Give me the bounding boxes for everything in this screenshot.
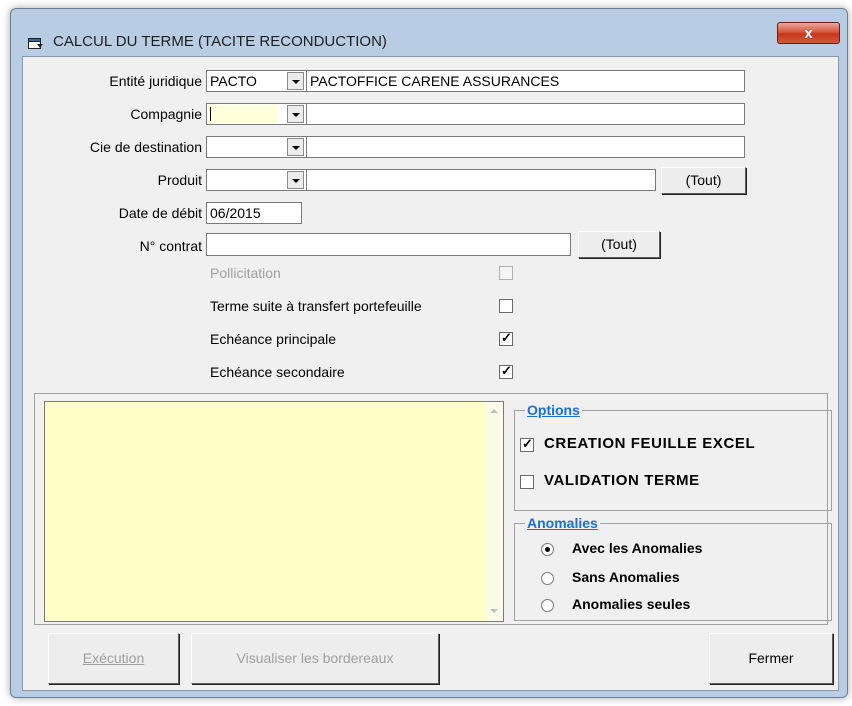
window-app-icon — [28, 36, 44, 50]
echeance-secondaire-checkbox[interactable]: ✓ — [499, 363, 513, 379]
pollicitation-label: Pollicitation — [210, 265, 281, 281]
sans-anomalies-radio[interactable] — [541, 572, 554, 585]
transfert-checkbox[interactable] — [499, 299, 513, 313]
produit-dropdown-button[interactable] — [287, 171, 304, 189]
produit-tout-button[interactable]: (Tout) — [661, 167, 746, 194]
contrat-tout-button[interactable]: (Tout) — [578, 231, 660, 258]
text-cursor — [210, 107, 211, 121]
cie-destination-label: Cie de destination — [89, 139, 202, 155]
window-title: CALCUL DU TERME (TACITE RECONDUCTION) — [53, 33, 387, 50]
visualiser-label: Visualiser les bordereaux — [236, 650, 394, 666]
compagnie-combo[interactable] — [206, 103, 307, 125]
date-debit-label: Date de débit — [118, 205, 202, 221]
scroll-down-icon[interactable] — [490, 609, 498, 613]
date-debit-input[interactable]: 06/2015 — [206, 202, 302, 224]
entite-label: Entité juridique — [109, 73, 202, 89]
log-textarea[interactable] — [44, 401, 504, 622]
log-scrollbar[interactable] — [486, 402, 503, 621]
compagnie-name-field — [306, 103, 745, 125]
compagnie-dropdown-button[interactable] — [287, 105, 304, 123]
compagnie-label: Compagnie — [130, 106, 202, 122]
options-title: Options — [525, 402, 582, 418]
entite-dropdown-button[interactable] — [287, 72, 304, 90]
sans-anomalies-label: Sans Anomalies — [572, 569, 680, 585]
contrat-input[interactable] — [206, 233, 571, 256]
check-mark-icon: ✓ — [522, 436, 533, 451]
fermer-label: Fermer — [748, 650, 794, 666]
options-group — [514, 410, 832, 511]
visualiser-bordereaux-button[interactable]: Visualiser les bordereaux — [191, 633, 439, 684]
echeance-principale-checkbox[interactable]: ✓ — [499, 330, 513, 346]
close-button[interactable]: x — [777, 22, 840, 44]
produit-label: Produit — [157, 172, 202, 188]
execution-button[interactable]: Exécution — [48, 633, 179, 684]
entite-combo[interactable]: PACTO — [206, 70, 307, 92]
cie-destination-dropdown-button[interactable] — [287, 138, 304, 156]
transfert-label: Terme suite à transfert portefeuille — [210, 298, 422, 314]
cie-destination-name-field — [306, 136, 745, 158]
anomalies-seules-radio[interactable] — [541, 599, 554, 612]
creation-excel-checkbox[interactable]: ✓ — [520, 436, 534, 452]
validation-terme-label: VALIDATION TERME — [544, 472, 700, 489]
entite-name-field: PACTOFFICE CARENE ASSURANCES — [306, 70, 745, 92]
echeance-secondaire-label: Echéance secondaire — [210, 364, 345, 380]
cie-destination-combo[interactable] — [206, 136, 307, 158]
avec-anomalies-label: Avec les Anomalies — [572, 540, 703, 556]
fermer-button[interactable]: Fermer — [709, 633, 833, 684]
contrat-label: N° contrat — [139, 238, 202, 254]
validation-terme-checkbox[interactable] — [520, 475, 534, 489]
creation-excel-label: CREATION FEUILLE EXCEL — [544, 435, 756, 452]
avec-anomalies-radio[interactable] — [541, 543, 554, 556]
execution-label: Exécution — [82, 650, 145, 666]
produit-name-field — [306, 169, 656, 191]
entite-code-value: PACTO — [210, 73, 257, 89]
compagnie-input[interactable] — [208, 105, 278, 123]
pollicitation-checkbox — [499, 266, 513, 280]
check-mark-icon: ✓ — [501, 330, 512, 345]
scroll-up-icon[interactable] — [490, 409, 498, 413]
anomalies-title: Anomalies — [525, 515, 600, 531]
produit-combo[interactable] — [206, 169, 307, 191]
anomalies-seules-label: Anomalies seules — [572, 596, 691, 612]
check-mark-icon: ✓ — [501, 363, 512, 378]
anomalies-title-text: Anomalies — [527, 515, 598, 531]
echeance-principale-label: Echéance principale — [210, 331, 337, 347]
